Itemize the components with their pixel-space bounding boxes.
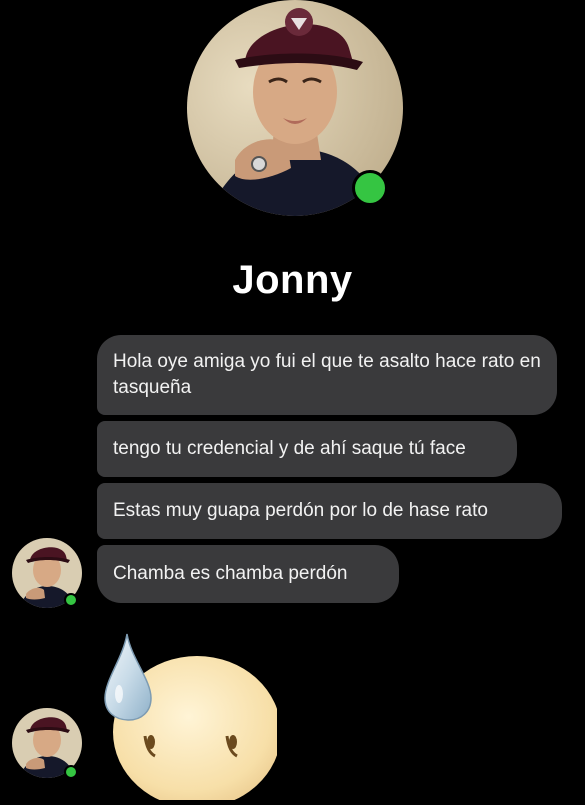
- online-indicator: [64, 593, 78, 607]
- message-bubble[interactable]: Chamba es chamba perdón: [97, 545, 399, 603]
- sweat-drop-sad-face-icon: [97, 628, 281, 805]
- message-bubble[interactable]: tengo tu credencial y de ahí saque tú fa…: [97, 421, 517, 477]
- message-bubble[interactable]: Hola oye amiga yo fui el que te asalto h…: [97, 335, 557, 415]
- contact-name: Jonny: [232, 258, 353, 302]
- message-bubble[interactable]: Estas muy guapa perdón por lo de hase ra…: [97, 483, 562, 539]
- online-indicator: [64, 765, 78, 779]
- online-indicator: [352, 170, 388, 206]
